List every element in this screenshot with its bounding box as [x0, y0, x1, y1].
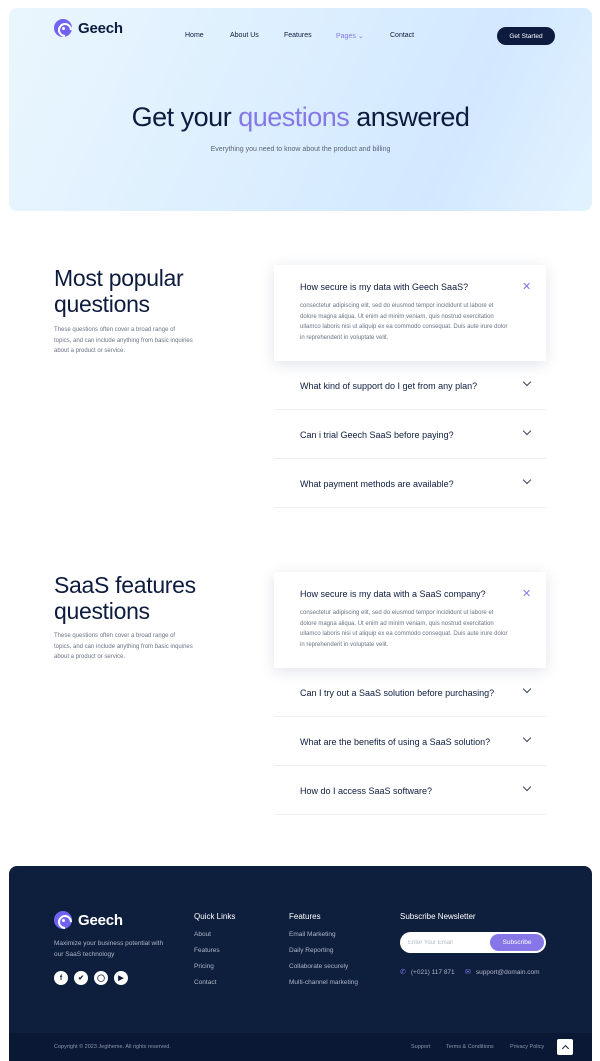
features-heading: Features: [289, 912, 321, 921]
hero-subtitle: Everything you need to know about the pr…: [210, 146, 391, 153]
copyright-text: Copyright © 2023 Jegtheme. All rights re…: [54, 1044, 171, 1050]
footer-link-features[interactable]: Features: [194, 947, 220, 954]
phone-number: (+021) 117 871: [410, 968, 455, 976]
footer-logo[interactable]: Geech: [54, 911, 123, 929]
chevron-down-icon: [522, 426, 532, 436]
brand-name: Geech: [78, 19, 123, 37]
contact-phone[interactable]: ✆ (+021) 117 871: [400, 968, 455, 977]
section-title-popular: Most popular questions: [54, 265, 184, 317]
faq-question[interactable]: How secure is my data with Geech SaaS?: [300, 282, 468, 292]
faq-item[interactable]: What payment methods are available?: [274, 459, 546, 508]
section-description-saas: These questions often cover a broad rang…: [54, 633, 193, 661]
footer-link-collaborate[interactable]: Collaborate securely: [289, 963, 348, 970]
footer-link-about[interactable]: About: [194, 931, 211, 938]
footer-link-pricing[interactable]: Pricing: [194, 963, 214, 970]
nav-pages[interactable]: Pages ⌄: [336, 32, 364, 40]
subscribe-button[interactable]: Subscribe: [490, 934, 544, 951]
faq-item-open[interactable]: How secure is my data with a SaaS compan…: [274, 572, 546, 668]
chevron-down-icon: ⌄: [357, 33, 364, 40]
chevron-down-icon: [522, 782, 532, 792]
footer-link-multichannel[interactable]: Multi-channel marketing: [289, 979, 358, 986]
footer-link-email-marketing[interactable]: Email Marketing: [289, 931, 336, 938]
email-field[interactable]: [408, 936, 488, 949]
footer-bottom-bar: Copyright © 2023 Jegtheme. All rights re…: [9, 1033, 592, 1061]
faq-question: How do I access SaaS software?: [300, 786, 433, 796]
instagram-icon[interactable]: ◯: [94, 971, 108, 985]
site-footer: Geech Maximize your business potential w…: [9, 866, 592, 1061]
close-icon[interactable]: ✕: [522, 280, 531, 293]
footer-link-support[interactable]: Support: [411, 1044, 430, 1050]
close-icon[interactable]: ✕: [522, 587, 531, 600]
hero-section: Geech Home About Us Features Pages ⌄ Cont…: [9, 8, 592, 211]
faq-answer: consectetur adipiscing elit, sed do eius…: [300, 303, 508, 341]
youtube-icon[interactable]: ▶: [114, 971, 128, 985]
nav-contact[interactable]: Contact: [390, 32, 414, 39]
faq-question: What are the benefits of using a SaaS so…: [300, 737, 491, 747]
chevron-down-icon: [522, 475, 532, 485]
twitter-icon[interactable]: ✔: [74, 971, 88, 985]
faq-answer: consectetur adipiscing elit, sed do eius…: [300, 610, 508, 648]
hero-title-pre: Get your: [131, 102, 239, 132]
phone-icon: ✆: [400, 969, 406, 976]
nav-pages-label: Pages: [336, 33, 356, 40]
chevron-down-icon: [522, 377, 532, 387]
facebook-icon[interactable]: f: [54, 971, 68, 985]
faq-item[interactable]: Can i trial Geech SaaS before paying?: [274, 410, 546, 459]
section-description-popular: These questions often cover a broad rang…: [54, 327, 193, 355]
faq-question: Can I try out a SaaS solution before pur…: [300, 688, 495, 698]
nav-features[interactable]: Features: [284, 32, 312, 39]
chevron-down-icon: [522, 733, 532, 743]
social-links: f ✔ ◯ ▶: [54, 971, 128, 985]
footer-link-daily-reporting[interactable]: Daily Reporting: [289, 947, 333, 954]
section-title-saas: SaaS features questions: [54, 572, 196, 624]
logo-icon: [54, 19, 72, 37]
footer-link-contact[interactable]: Contact: [194, 979, 216, 986]
faq-item[interactable]: Can I try out a SaaS solution before pur…: [274, 668, 546, 717]
faq-item-open[interactable]: How secure is my data with Geech SaaS? ✕…: [274, 265, 546, 361]
hero-title-post: answered: [349, 102, 470, 132]
contact-email[interactable]: ✉ support@domain.com: [465, 968, 540, 977]
nav-about-us[interactable]: About Us: [230, 32, 259, 39]
footer-tagline: Maximize your business potential with ou…: [54, 940, 164, 958]
faq-question: What payment methods are available?: [300, 479, 454, 489]
faq-question: What kind of support do I get from any p…: [300, 381, 478, 391]
faq-question[interactable]: How secure is my data with a SaaS compan…: [300, 589, 486, 599]
logo-icon: [54, 911, 72, 929]
page-title: Get your questions answered: [9, 102, 592, 133]
faq-item[interactable]: What kind of support do I get from any p…: [274, 361, 546, 410]
hero-title-highlight: questions: [238, 102, 350, 132]
footer-link-terms[interactable]: Terms & Conditions: [446, 1044, 494, 1050]
footer-link-privacy[interactable]: Privacy Policy: [510, 1044, 544, 1050]
mail-icon: ✉: [465, 969, 471, 976]
get-started-button[interactable]: Get Started: [497, 27, 555, 45]
newsletter-form: Subscribe: [400, 932, 546, 953]
brand-logo[interactable]: Geech: [54, 19, 123, 37]
scroll-to-top-button[interactable]: [557, 1039, 573, 1055]
email-address: support@domain.com: [475, 968, 540, 976]
faq-item[interactable]: What are the benefits of using a SaaS so…: [274, 717, 546, 766]
brand-name: Geech: [78, 911, 123, 929]
newsletter-heading: Subscribe Newsletter: [400, 912, 476, 921]
quick-links-heading: Quick Links: [194, 912, 236, 921]
faq-question: Can i trial Geech SaaS before paying?: [300, 430, 454, 440]
faq-item[interactable]: How do I access SaaS software?: [274, 766, 546, 815]
nav-home[interactable]: Home: [185, 32, 204, 39]
chevron-down-icon: [522, 684, 532, 694]
